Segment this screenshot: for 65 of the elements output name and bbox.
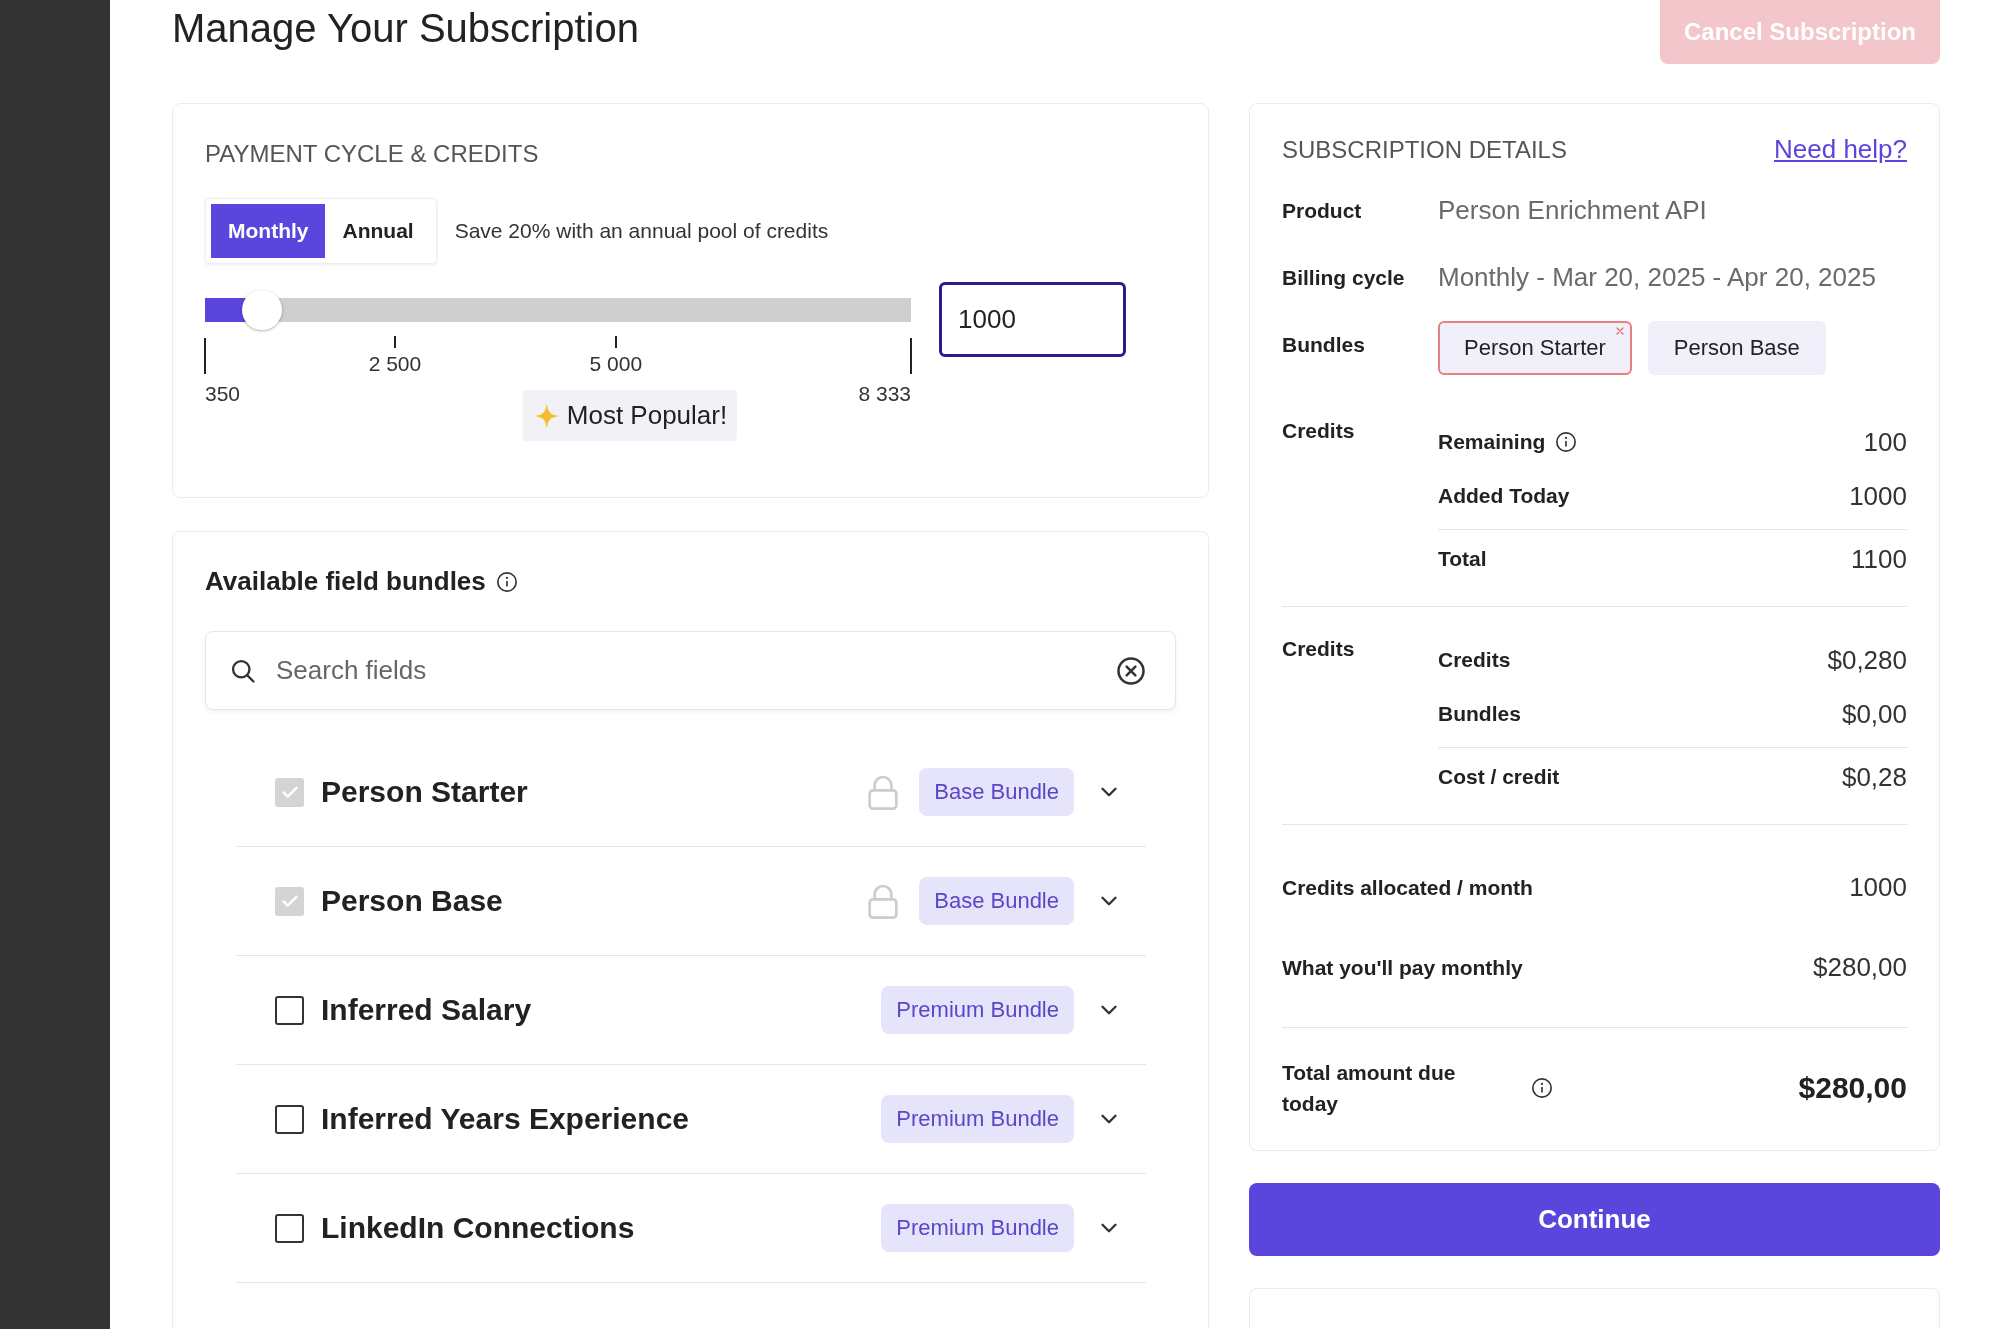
section-heading: Available field bundles <box>205 566 486 597</box>
line-value: $0,28 <box>1841 761 1907 793</box>
detail-label: Billing cycle <box>1282 265 1406 290</box>
line-label: Credits <box>1438 648 1511 672</box>
tick-mark <box>910 338 912 374</box>
checkbox[interactable] <box>275 1104 304 1134</box>
summary-value: 1000 <box>1849 871 1907 903</box>
summary-label: Total amount due today <box>1282 1060 1457 1117</box>
section-heading: SUBSCRIPTION DETAILS <box>1282 135 1567 164</box>
section-heading: PAYMENT CYCLE & CREDITS <box>205 140 540 168</box>
line-value: 1100 <box>1851 543 1907 575</box>
help-link[interactable]: Need help? <box>1774 134 1907 165</box>
slider-thumb[interactable] <box>242 290 283 330</box>
savings-hint: Save 20% with an annual pool of credits <box>454 219 829 243</box>
bundle-name: Inferred Salary <box>321 993 533 1027</box>
clear-icon[interactable] <box>1116 655 1146 686</box>
summary-value: $280,00 <box>1798 1071 1907 1105</box>
info-icon[interactable] <box>1555 431 1578 453</box>
line-label: Remaining <box>1438 430 1546 454</box>
bundle-tag: Premium Bundle <box>881 1204 1074 1252</box>
checkbox[interactable] <box>275 995 304 1025</box>
line-value: $0,280 <box>1827 644 1907 676</box>
line-value: $0,00 <box>1841 698 1907 730</box>
bundle-chip: Person Base <box>1647 321 1826 375</box>
page-title: Manage Your Subscription <box>172 6 639 51</box>
info-icon[interactable] <box>495 570 518 593</box>
detail-label: Credits <box>1282 636 1356 661</box>
line-value: 100 <box>1863 426 1907 458</box>
line-label: Added Today <box>1438 484 1570 508</box>
tick-mark <box>393 336 396 348</box>
detail-label: Product <box>1282 198 1363 223</box>
line-label: Total <box>1438 547 1487 571</box>
line-value: 1000 <box>1849 480 1907 512</box>
tick-label: 5 000 <box>589 352 643 376</box>
detail-label: Credits <box>1282 418 1356 443</box>
summary-value: $280,00 <box>1813 951 1907 983</box>
bundle-name: Person Base <box>321 884 504 918</box>
detail-value: Monthly - Mar 20, 2025 - Apr 20, 2025 <box>1438 262 1876 293</box>
tick-mark <box>204 338 206 374</box>
bundle-name: LinkedIn Connections <box>321 1211 636 1245</box>
summary-label: Credits allocated / month <box>1282 874 1534 901</box>
line-label: Bundles <box>1438 702 1521 726</box>
search-field[interactable]: Search fields <box>205 631 1176 710</box>
tick-label: 2 500 <box>368 352 422 376</box>
tick-mark <box>614 336 617 348</box>
bundle-chip: Person Starter <box>1438 321 1632 375</box>
bundle-tag: Premium Bundle <box>881 986 1074 1034</box>
popular-badge: Most Popular! <box>522 390 738 441</box>
continue-button[interactable]: Continue <box>1249 1183 1940 1256</box>
credits-input[interactable]: 1000 <box>939 282 1126 357</box>
line-label: Cost / credit <box>1438 765 1560 789</box>
credits-slider[interactable] <box>205 290 911 330</box>
detail-value: Person Enrichment API <box>1438 195 1707 226</box>
info-icon[interactable] <box>1531 1077 1553 1099</box>
checkbox[interactable] <box>275 1213 304 1243</box>
tick-label: 8 333 <box>858 382 911 406</box>
tick-label: 350 <box>205 382 241 406</box>
bundle-tag: Base Bundle <box>919 877 1074 925</box>
cycle-tab[interactable]: Monthly <box>211 204 326 258</box>
bundle-tag: Base Bundle <box>919 768 1074 816</box>
bundle-tag: Premium Bundle <box>881 1095 1074 1143</box>
bundle-name: Person Starter <box>321 775 529 809</box>
bundle-name: Inferred Years Experience <box>321 1102 690 1136</box>
detail-label: Bundles <box>1282 332 1366 357</box>
summary-label: What you'll pay monthly <box>1282 954 1524 981</box>
